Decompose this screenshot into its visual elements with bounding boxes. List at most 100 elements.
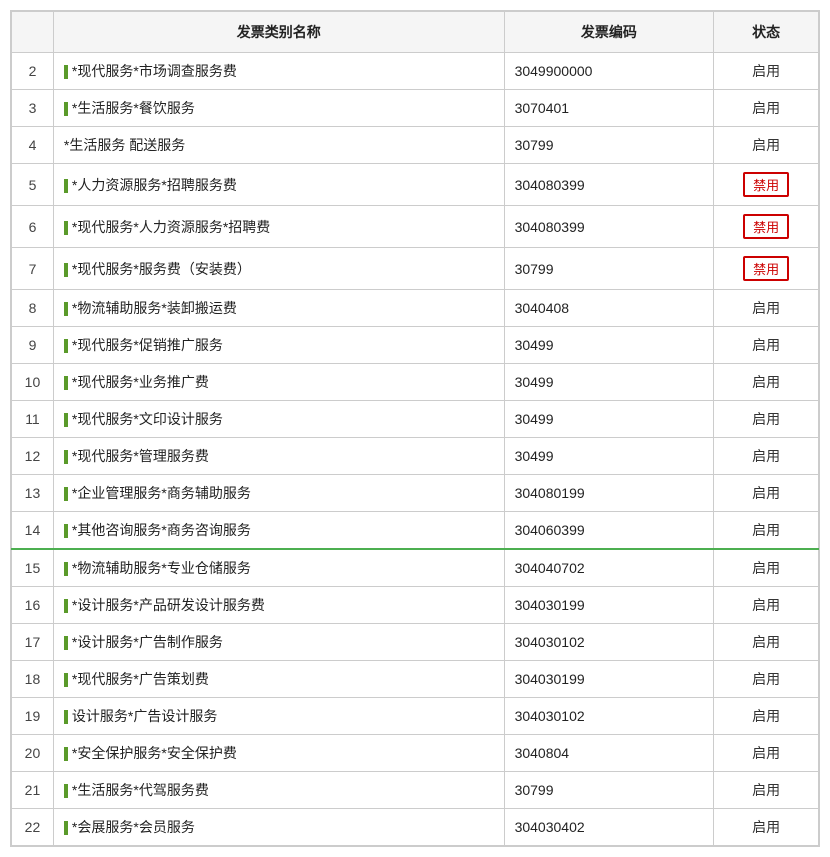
cell-name: *物流辅助服务*专业仓储服务 xyxy=(53,549,504,587)
cell-index: 3 xyxy=(12,90,54,127)
cell-name: *生活服务*代驾服务费 xyxy=(53,772,504,809)
table-row: 5*人力资源服务*招聘服务费304080399禁用 xyxy=(12,164,819,206)
name-text: *物流辅助服务*装卸搬运费 xyxy=(72,300,237,316)
table-row: 17*设计服务*广告制作服务304030102启用 xyxy=(12,624,819,661)
cell-status: 启用 xyxy=(714,53,819,90)
green-indicator-icon xyxy=(64,263,68,277)
name-text: *企业管理服务*商务辅助服务 xyxy=(72,485,251,501)
green-indicator-icon xyxy=(64,221,68,235)
cell-index: 4 xyxy=(12,127,54,164)
cell-index: 15 xyxy=(12,549,54,587)
name-text: *现代服务*市场调查服务费 xyxy=(72,63,237,79)
green-indicator-icon xyxy=(64,710,68,724)
name-text: *其他咨询服务*商务咨询服务 xyxy=(72,522,251,538)
green-indicator-icon xyxy=(64,636,68,650)
table-row: 11*现代服务*文印设计服务30499启用 xyxy=(12,401,819,438)
green-indicator-icon xyxy=(64,673,68,687)
cell-index: 20 xyxy=(12,735,54,772)
cell-code: 304030102 xyxy=(504,698,714,735)
cell-name: *现代服务*促销推广服务 xyxy=(53,327,504,364)
green-indicator-icon xyxy=(64,339,68,353)
green-indicator-icon xyxy=(64,599,68,613)
cell-status: 启用 xyxy=(714,624,819,661)
name-text: *现代服务*管理服务费 xyxy=(72,448,209,464)
cell-name: *会展服务*会员服务 xyxy=(53,809,504,846)
cell-code: 304060399 xyxy=(504,512,714,550)
cell-name: *设计服务*广告制作服务 xyxy=(53,624,504,661)
cell-code: 30499 xyxy=(504,438,714,475)
col-header-name: 发票类别名称 xyxy=(53,12,504,53)
cell-code: 3040408 xyxy=(504,290,714,327)
green-indicator-icon xyxy=(64,102,68,116)
name-text: *物流辅助服务*专业仓储服务 xyxy=(72,560,251,576)
cell-index: 9 xyxy=(12,327,54,364)
name-text: *现代服务*服务费（安装费） xyxy=(72,261,251,277)
cell-name: *现代服务*人力资源服务*招聘费 xyxy=(53,206,504,248)
cell-status: 禁用 xyxy=(714,164,819,206)
cell-index: 13 xyxy=(12,475,54,512)
cell-name: *生活服务*餐饮服务 xyxy=(53,90,504,127)
cell-index: 11 xyxy=(12,401,54,438)
table-row: 21*生活服务*代驾服务费30799启用 xyxy=(12,772,819,809)
cell-code: 30499 xyxy=(504,327,714,364)
table-row: 10*现代服务*业务推广费30499启用 xyxy=(12,364,819,401)
green-indicator-icon xyxy=(64,65,68,79)
cell-name: 设计服务*广告设计服务 xyxy=(53,698,504,735)
cell-index: 19 xyxy=(12,698,54,735)
cell-code: 304030199 xyxy=(504,587,714,624)
table-row: 12*现代服务*管理服务费30499启用 xyxy=(12,438,819,475)
green-indicator-icon xyxy=(64,179,68,193)
name-text: 设计服务*广告设计服务 xyxy=(72,708,217,724)
table-row: 13*企业管理服务*商务辅助服务304080199启用 xyxy=(12,475,819,512)
cell-status: 禁用 xyxy=(714,248,819,290)
cell-name: *现代服务*市场调查服务费 xyxy=(53,53,504,90)
cell-name: *设计服务*产品研发设计服务费 xyxy=(53,587,504,624)
cell-name: *生活服务 配送服务 xyxy=(53,127,504,164)
name-text: *生活服务*餐饮服务 xyxy=(72,100,195,116)
cell-code: 304030402 xyxy=(504,809,714,846)
table-row: 9*现代服务*促销推广服务30499启用 xyxy=(12,327,819,364)
cell-index: 7 xyxy=(12,248,54,290)
green-indicator-icon xyxy=(64,302,68,316)
cell-index: 12 xyxy=(12,438,54,475)
col-header-status: 状态 xyxy=(714,12,819,53)
cell-index: 5 xyxy=(12,164,54,206)
cell-status: 启用 xyxy=(714,512,819,550)
cell-code: 30799 xyxy=(504,127,714,164)
cell-name: *现代服务*业务推广费 xyxy=(53,364,504,401)
name-text: *现代服务*广告策划费 xyxy=(72,671,209,687)
name-text: *现代服务*促销推广服务 xyxy=(72,337,223,353)
green-indicator-icon xyxy=(64,524,68,538)
cell-name: *现代服务*广告策划费 xyxy=(53,661,504,698)
table-row: 14 *其他咨询服务*商务咨询服务 304060399启用 xyxy=(12,512,819,550)
name-text: *设计服务*广告制作服务 xyxy=(72,634,223,650)
green-indicator-icon xyxy=(64,376,68,390)
cell-status: 启用 xyxy=(714,364,819,401)
name-text: *安全保护服务*安全保护费 xyxy=(72,745,237,761)
invoice-table-wrapper: 发票类别名称 发票编码 状态 2*现代服务*市场调查服务费3049900000启… xyxy=(10,10,820,847)
green-indicator-icon xyxy=(64,413,68,427)
cell-code: 304030199 xyxy=(504,661,714,698)
cell-status: 启用 xyxy=(714,772,819,809)
cell-status: 启用 xyxy=(714,809,819,846)
cell-code: 3070401 xyxy=(504,90,714,127)
cell-status: 禁用 xyxy=(714,206,819,248)
cell-code: 30499 xyxy=(504,401,714,438)
cell-status: 启用 xyxy=(714,587,819,624)
cell-code: 30799 xyxy=(504,772,714,809)
table-row: 2*现代服务*市场调查服务费3049900000启用 xyxy=(12,53,819,90)
col-header-code: 发票编码 xyxy=(504,12,714,53)
cell-code: 30799 xyxy=(504,248,714,290)
table-row: 19设计服务*广告设计服务304030102启用 xyxy=(12,698,819,735)
cell-index: 17 xyxy=(12,624,54,661)
name-text: *现代服务*文印设计服务 xyxy=(72,411,223,427)
table-row: 20*安全保护服务*安全保护费3040804启用 xyxy=(12,735,819,772)
cell-name: *现代服务*服务费（安装费） xyxy=(53,248,504,290)
table-row: 6*现代服务*人力资源服务*招聘费304080399禁用 xyxy=(12,206,819,248)
status-badge-disabled: 禁用 xyxy=(743,256,789,281)
cell-index: 6 xyxy=(12,206,54,248)
status-badge-disabled: 禁用 xyxy=(743,172,789,197)
cell-index: 14 xyxy=(12,512,54,550)
cell-name: *现代服务*文印设计服务 xyxy=(53,401,504,438)
green-indicator-icon xyxy=(64,784,68,798)
